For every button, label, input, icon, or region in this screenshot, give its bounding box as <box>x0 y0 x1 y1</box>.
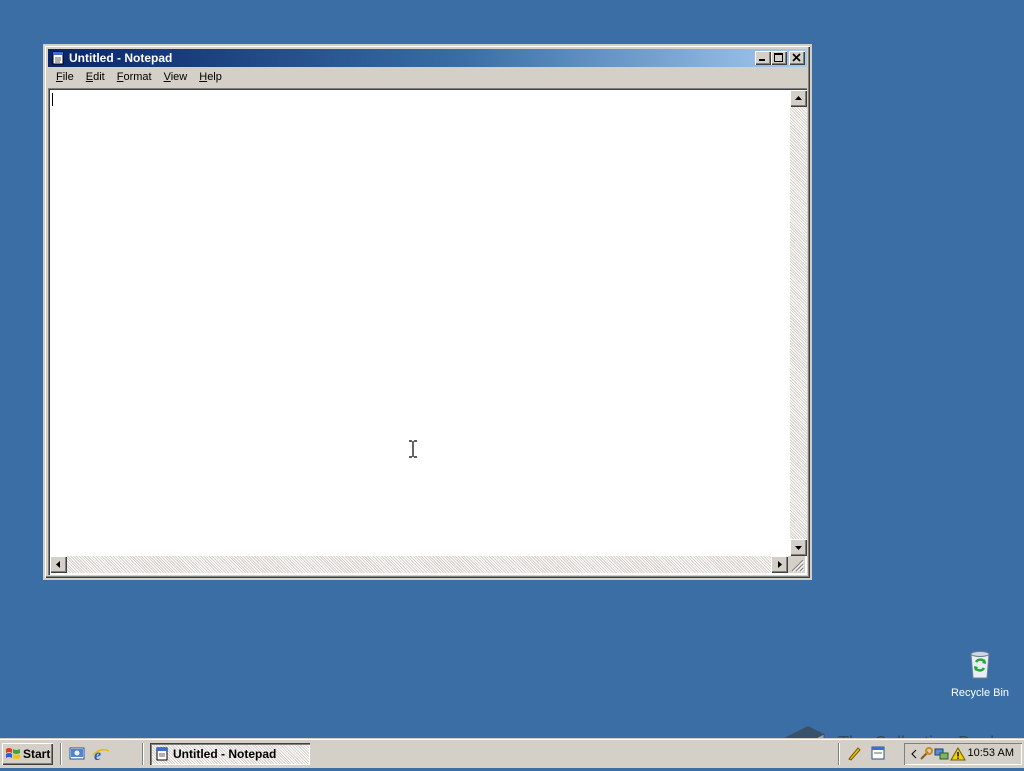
notepad-window: Untitled - Notepad File Edit Format View… <box>44 45 811 579</box>
recycle-bin-icon <box>970 651 990 679</box>
close-button[interactable] <box>789 51 805 65</box>
system-tray: 10:53 AM <box>904 743 1022 765</box>
tray-pen-button[interactable] <box>846 745 864 763</box>
pen-icon <box>848 747 861 761</box>
minimize-icon <box>759 59 765 61</box>
menu-file[interactable]: File <box>50 69 80 86</box>
horizontal-scrollbar[interactable] <box>50 556 788 573</box>
show-desktop-button[interactable] <box>68 745 86 763</box>
size-grip[interactable] <box>788 556 805 573</box>
arrow-right-icon <box>778 561 782 568</box>
tray-network-button[interactable] <box>934 746 950 762</box>
vertical-scrollbar[interactable] <box>790 90 807 556</box>
arrow-down-icon <box>795 546 802 550</box>
recycle-bin-label: Recycle Bin <box>950 687 1010 699</box>
network-icon <box>934 748 949 760</box>
text-editor[interactable] <box>50 90 788 556</box>
maximize-icon <box>774 53 783 62</box>
scroll-up-button[interactable] <box>790 90 807 107</box>
notepad-icon <box>156 747 168 761</box>
menu-view[interactable]: View <box>158 69 194 86</box>
close-icon <box>792 53 801 62</box>
security-warning-icon <box>950 747 966 761</box>
taskbar: Start e Untitled - Notepad 10:53 AM <box>0 738 1024 768</box>
taskbar-notepad-button[interactable]: Untitled - Notepad <box>150 743 310 765</box>
clock[interactable]: 10:53 AM <box>968 747 1014 759</box>
ibeam-cursor-icon <box>409 440 417 458</box>
chevron-left-icon <box>911 749 917 759</box>
menu-help[interactable]: Help <box>193 69 228 86</box>
taskbar-notepad-label: Untitled - Notepad <box>173 747 277 761</box>
title-bar[interactable]: Untitled - Notepad <box>48 49 807 67</box>
taskbar-separator <box>142 743 144 765</box>
show-desktop-icon <box>69 747 85 760</box>
window-title: Untitled - Notepad <box>69 51 173 65</box>
caption-buttons <box>755 51 805 65</box>
minimize-button[interactable] <box>755 51 771 65</box>
maximize-button[interactable] <box>771 51 787 65</box>
notepad-icon <box>51 51 65 65</box>
scroll-down-button[interactable] <box>790 539 807 556</box>
menu-format[interactable]: Format <box>111 69 158 86</box>
scroll-right-button[interactable] <box>771 556 788 573</box>
internet-explorer-button[interactable]: e <box>92 745 110 764</box>
taskbar-separator <box>838 743 840 765</box>
resize-grip-icon <box>791 559 805 573</box>
start-button[interactable]: Start <box>2 743 53 765</box>
tray-tools-button[interactable] <box>918 746 934 762</box>
menu-edit[interactable]: Edit <box>80 69 111 86</box>
recycle-bin[interactable]: Recycle Bin <box>944 648 1016 699</box>
notepad-tray-icon <box>871 746 885 760</box>
menu-bar: File Edit Format View Help <box>48 68 807 87</box>
internet-explorer-icon: e <box>92 747 110 764</box>
svg-text:e: e <box>94 747 101 763</box>
scroll-left-button[interactable] <box>50 556 67 573</box>
tray-security-button[interactable] <box>950 746 966 762</box>
windows-logo-icon <box>6 748 20 759</box>
taskbar-separator <box>60 743 62 765</box>
tools-icon <box>920 747 933 760</box>
start-label: Start <box>23 747 51 761</box>
arrow-left-icon <box>56 561 60 568</box>
arrow-up-icon <box>795 96 802 100</box>
text-caret <box>52 93 53 106</box>
tray-notepad-button[interactable] <box>870 745 888 763</box>
editor-frame <box>48 88 807 575</box>
